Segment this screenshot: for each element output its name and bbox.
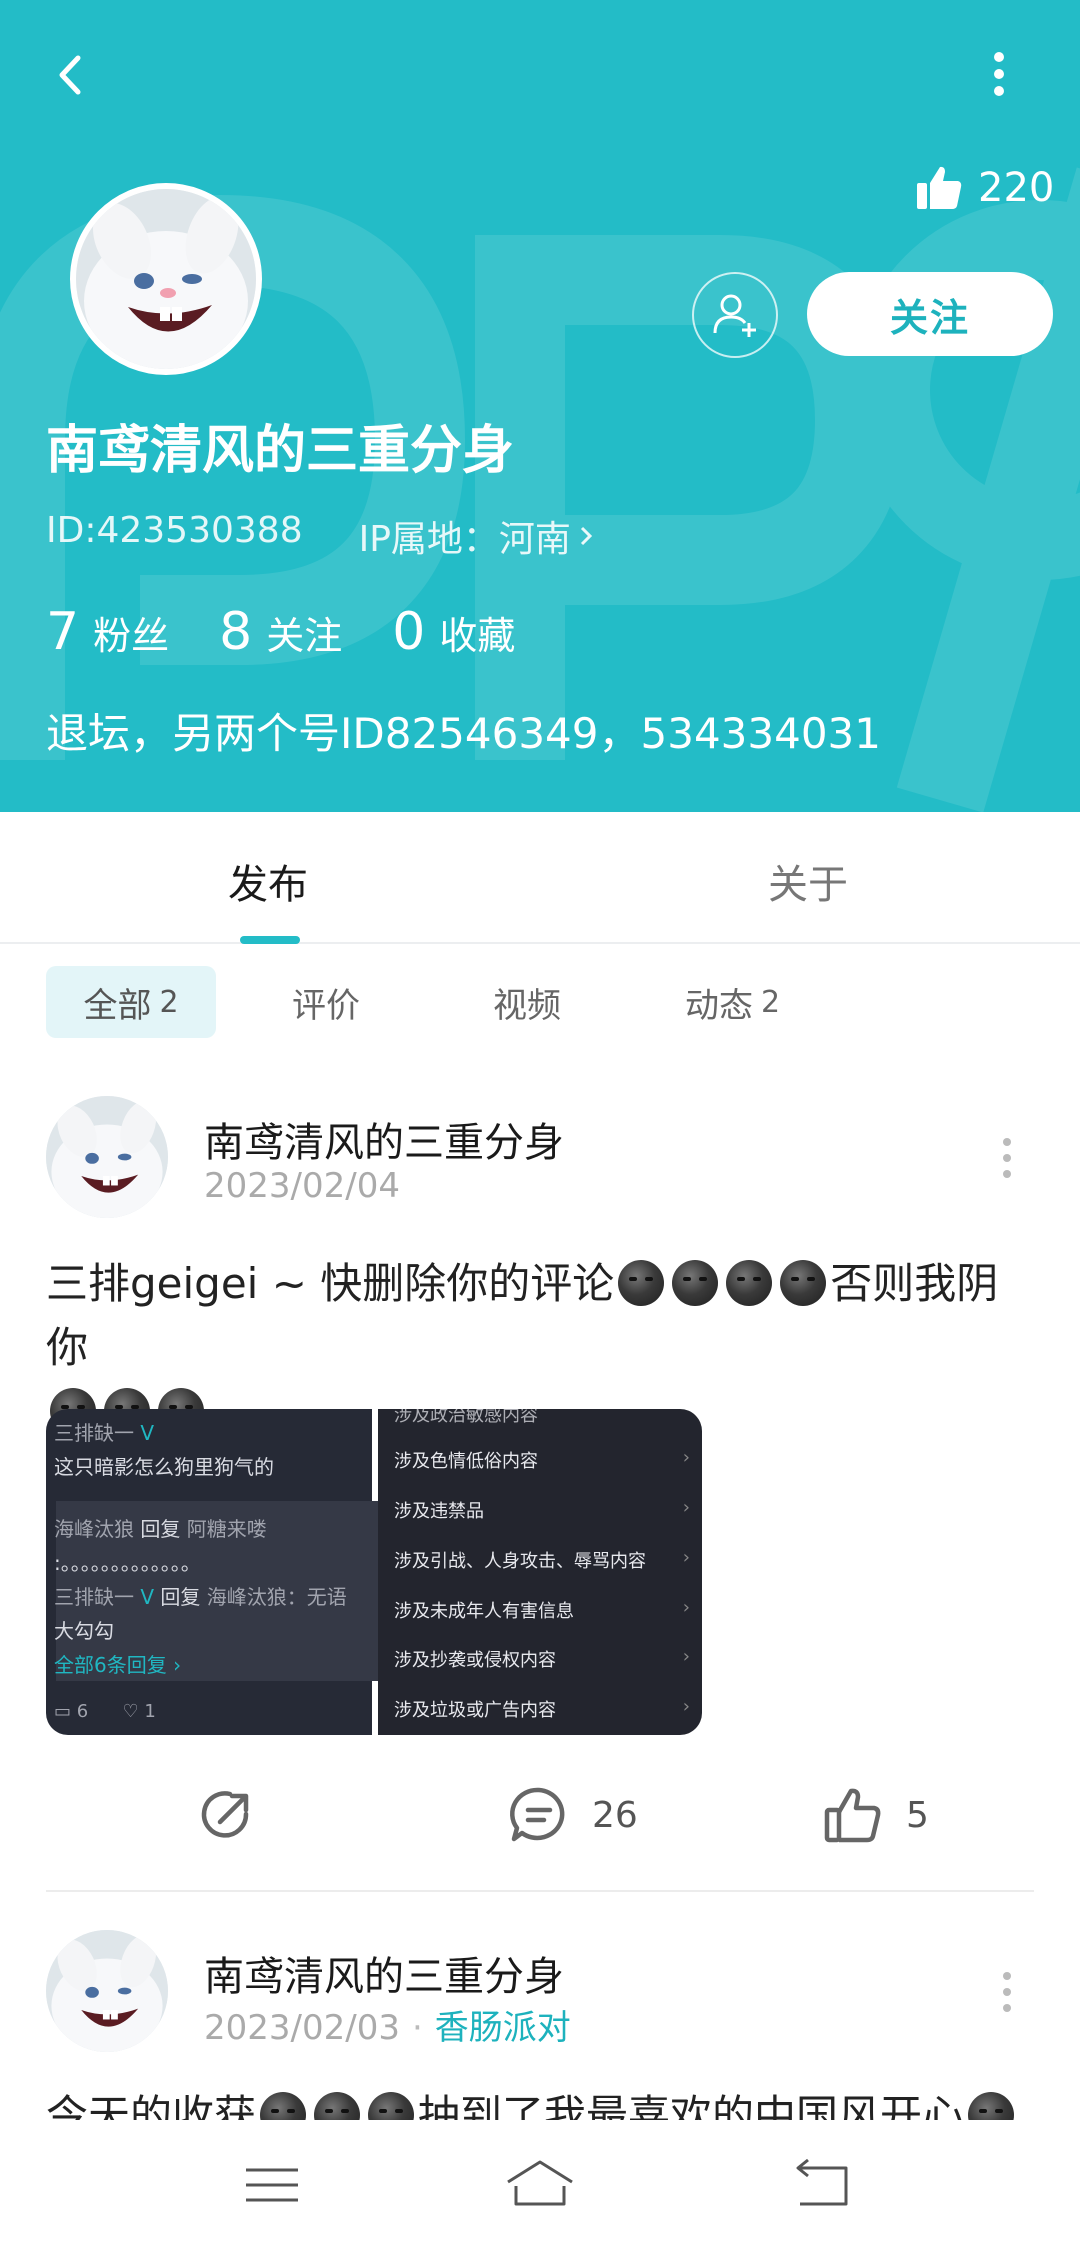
dark-smile-emoji-icon [726, 1260, 773, 1306]
add-user-icon [713, 294, 756, 337]
comment-icon [510, 1787, 565, 1842]
chip-moments[interactable]: 动态 2 [685, 966, 780, 1038]
id-row: ID:423530388 IP属地：河南 [46, 510, 597, 562]
stats-row: 7 粉丝 8 关注 0 收藏 [46, 602, 515, 662]
tab-about[interactable]: 关于 [768, 852, 848, 910]
post-author[interactable]: 南鸢清风的三重分身 [204, 1944, 564, 2002]
chip-videos[interactable]: 视频 [493, 966, 561, 1038]
profile-avatar[interactable] [70, 183, 262, 375]
like-icon [824, 1788, 881, 1843]
post-date: 2023/02/04 [204, 1166, 400, 1206]
back-arrow-icon [59, 55, 81, 95]
post-actions: 26 5 [0, 1770, 1080, 1860]
menu-button[interactable] [232, 2150, 312, 2220]
chevron-right-icon [580, 526, 593, 546]
dark-smile-emoji-icon [672, 1260, 719, 1306]
share-button[interactable] [196, 1784, 258, 1846]
stat-favorites[interactable]: 0 收藏 [392, 602, 515, 662]
follow-button[interactable]: 关注 [807, 272, 1053, 356]
bunny-avatar-image [46, 1930, 168, 2052]
chip-all[interactable]: 全部 2 [46, 966, 216, 1038]
post-image-report-menu[interactable]: 涉及政治敏感内容 涉及色情低俗内容 › 涉及违禁品 › 涉及引战、人身攻击、辱骂内容… [378, 1409, 702, 1735]
menu-icon [246, 2168, 298, 2202]
home-icon [507, 2160, 573, 2206]
user-name: 南鸢清风的三重分身 [46, 421, 515, 481]
back-button[interactable] [40, 40, 110, 110]
bunny-avatar-image [46, 1096, 168, 1218]
post-avatar[interactable] [46, 1096, 168, 1218]
likes-counter: 220 [914, 160, 1054, 216]
post-avatar[interactable] [46, 1930, 168, 2052]
chip-reviews[interactable]: 评价 [292, 966, 360, 1038]
post-images: 三排缺一 V 这只暗影怎么狗里狗气的 海峰汰狼 回复 阿糖来喽 :。。。。。。。… [46, 1409, 702, 1735]
post-more-button[interactable] [992, 1128, 1022, 1188]
comment-count: 26 [592, 1794, 638, 1836]
like-count: 5 [906, 1794, 929, 1836]
system-nav-bar [0, 2120, 1080, 2247]
return-button[interactable] [784, 2150, 864, 2220]
post-date: 2023/02/03 [204, 2008, 400, 2048]
dark-smile-emoji-icon [780, 1260, 827, 1306]
share-icon [201, 1791, 249, 1838]
add-friend-button[interactable] [692, 272, 778, 358]
ip-location-text: IP属地：河南 [358, 519, 571, 560]
profile-tabs: 发布 关于 [0, 812, 1080, 944]
stat-following[interactable]: 8 关注 [219, 602, 342, 662]
ip-location-link[interactable]: IP属地：河南 [359, 510, 597, 562]
user-id: ID:423530388 [46, 510, 303, 551]
comment-button[interactable]: 26 [508, 1784, 638, 1846]
filter-chips: 全部 2 评价 视频 动态 2 [0, 944, 1080, 1064]
more-vertical-icon [994, 52, 1004, 96]
more-vertical-icon [1003, 1972, 1011, 2012]
tab-posts[interactable]: 发布 [228, 852, 308, 910]
thumbs-up-icon [917, 166, 962, 209]
post-more-button[interactable] [992, 1962, 1022, 2022]
more-options-button[interactable] [966, 40, 1036, 110]
tab-indicator [240, 936, 300, 944]
post-author[interactable]: 南鸢清风的三重分身 [204, 1110, 564, 1168]
like-button[interactable]: 5 [822, 1784, 929, 1846]
bunny-avatar-image [76, 189, 256, 369]
user-bio: 退坛，另两个号ID82546349，534334031 [46, 709, 881, 758]
return-icon [796, 2158, 848, 2206]
post-date-row: 2023/02/03 · 香肠派对 [204, 2008, 571, 2048]
verified-v-icon: V [140, 1421, 155, 1445]
more-vertical-icon [1003, 1138, 1011, 1178]
profile-header: 220 关注 南鸢清风的三重分身 ID:423530388 IP属地：河南 7 … [0, 0, 1080, 812]
home-button[interactable] [500, 2150, 580, 2220]
stat-fans[interactable]: 7 粉丝 [46, 602, 169, 662]
post-image-comments-screenshot[interactable]: 三排缺一 V 这只暗影怎么狗里狗气的 海峰汰狼 回复 阿糖来喽 :。。。。。。。… [46, 1409, 386, 1735]
dark-smile-emoji-icon [618, 1260, 665, 1306]
likes-count: 220 [978, 165, 1055, 211]
post-divider [46, 1890, 1034, 1892]
post-topic-tag[interactable]: 香肠派对 [435, 2008, 571, 2048]
